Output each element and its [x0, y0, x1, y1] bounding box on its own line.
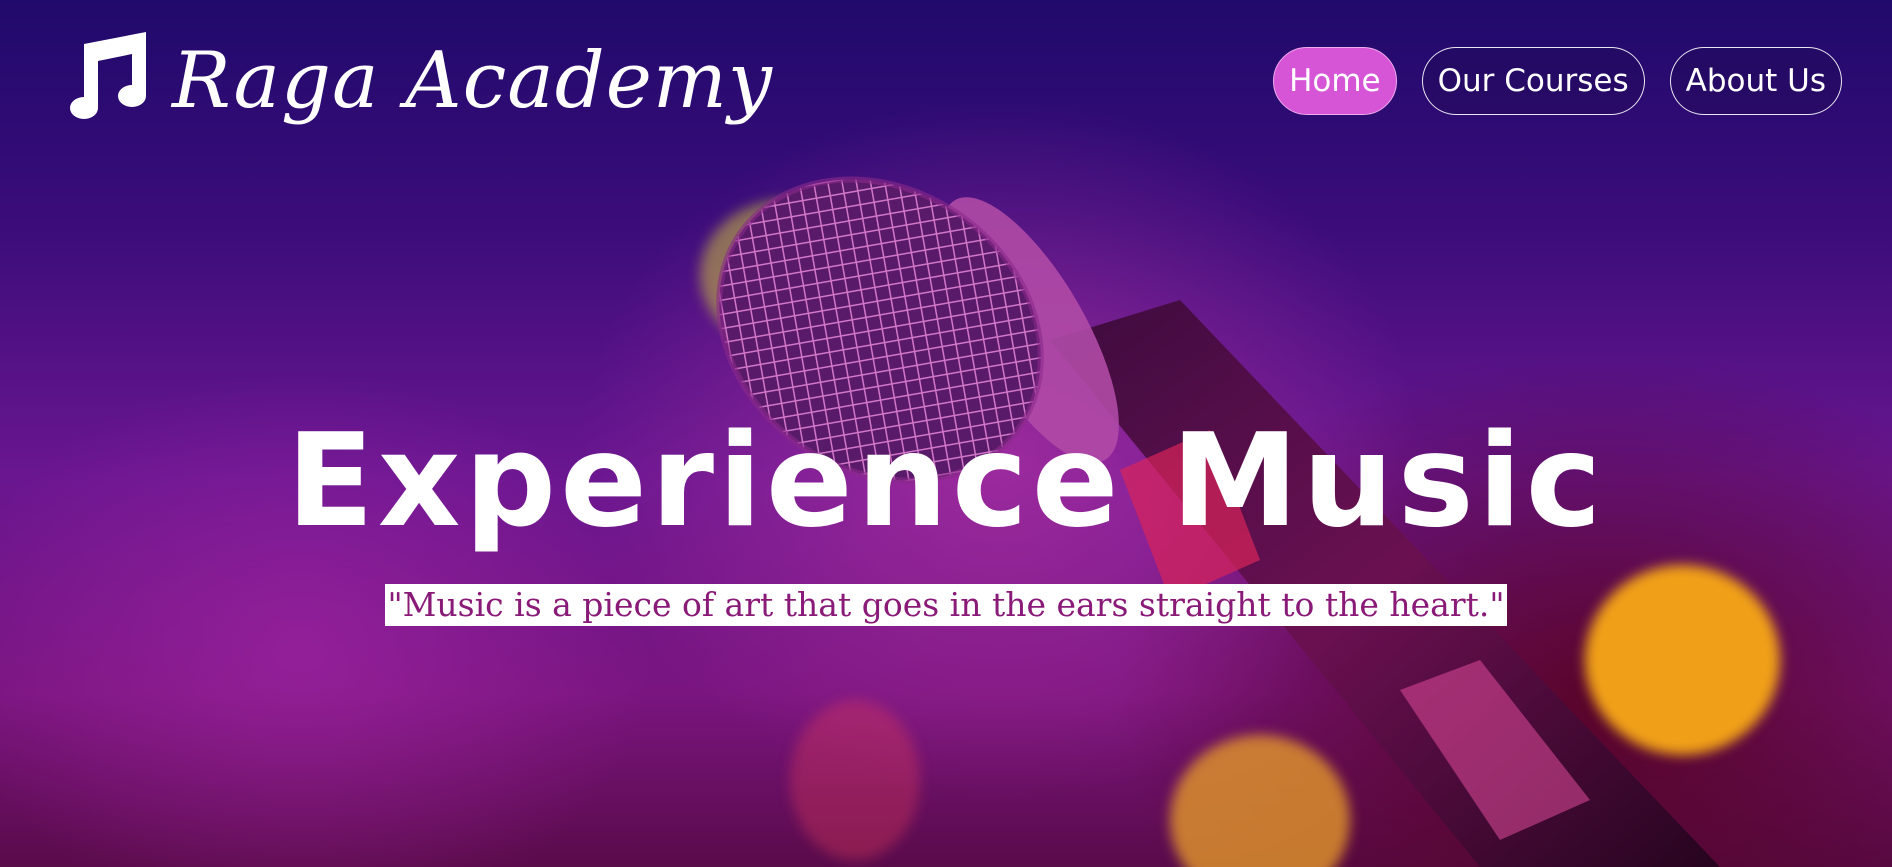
hero-section: Raga Academy Home Our Courses About Us E… [0, 0, 1892, 867]
main-nav: Home Our Courses About Us [1273, 47, 1842, 115]
nav-our-courses[interactable]: Our Courses [1421, 47, 1645, 115]
brand-logo[interactable]: Raga Academy [58, 30, 773, 124]
hero-headline: Experience Music [286, 407, 1606, 556]
music-note-icon [70, 32, 146, 119]
nav-about-us[interactable]: About Us [1669, 47, 1842, 115]
nav-home[interactable]: Home [1273, 47, 1397, 115]
hero-quote: "Music is a piece of art that goes in th… [385, 584, 1507, 626]
brand-name: Raga Academy [172, 36, 773, 126]
hero-quote-wrapper: "Music is a piece of art that goes in th… [0, 584, 1892, 626]
